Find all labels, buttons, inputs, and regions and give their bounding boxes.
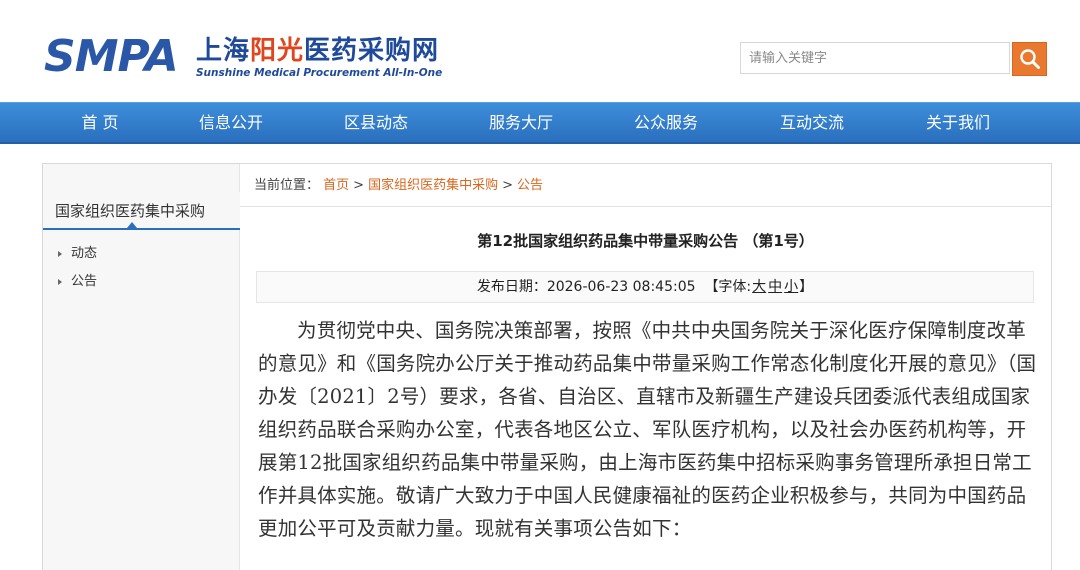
- content-area: 当前位置： 首页 > 国家组织医药集中采购 > 公告 第12批国家组织药品集中带量采购公…: [240, 164, 1051, 570]
- search-icon: [1019, 49, 1040, 69]
- sidebar-title-caret-icon: [127, 222, 137, 228]
- font-size-label-close: 】: [799, 279, 814, 295]
- sidebar-title: 国家组织医药集中采购: [43, 192, 240, 230]
- breadcrumb: 当前位置： 首页 > 国家组织医药集中采购 > 公告: [254, 176, 543, 196]
- main-container: 国家组织医药集中采购 动态 公告 当前位置： 首页 > 国家组织医药集中采购 > 公告 …: [42, 163, 1052, 570]
- site-header: SMPA 上海阳光医药采购网 Sunshine Medical Procurem…: [0, 0, 1080, 102]
- nav-item-district[interactable]: 区县动态: [336, 103, 416, 143]
- logo-chinese-title: 上海阳光医药采购网: [196, 36, 439, 66]
- publish-date: 2026-06-23 08:45:05: [546, 279, 696, 295]
- search-input[interactable]: [740, 42, 1010, 74]
- nav-item-interaction[interactable]: 互动交流: [772, 103, 852, 143]
- sidebar: 国家组织医药集中采购 动态 公告: [43, 164, 240, 570]
- logo-cn-suffix: 医药采购网: [304, 36, 440, 66]
- nav-item-service-hall[interactable]: 服务大厅: [481, 103, 561, 143]
- logo-cn-sun: 阳光: [250, 36, 305, 66]
- breadcrumb-separator: >: [353, 178, 365, 193]
- breadcrumb-prefix: 当前位置：: [254, 178, 320, 193]
- sidebar-item-news[interactable]: 动态: [43, 240, 240, 268]
- breadcrumb-divider: [240, 206, 1051, 207]
- breadcrumb-link-home[interactable]: 首页: [323, 178, 349, 193]
- nav-item-home[interactable]: 首 页: [60, 103, 140, 143]
- logo-english-title: Sunshine Medical Procurement All-In-One: [196, 67, 443, 79]
- breadcrumb-link-procurement[interactable]: 国家组织医药集中采购: [368, 178, 498, 193]
- logo-smpa-text: SMPA: [44, 31, 179, 82]
- sidebar-item-label: 动态: [71, 246, 98, 261]
- font-size-small-button[interactable]: 小: [784, 279, 798, 295]
- triangle-bullet-icon: [58, 251, 62, 257]
- sidebar-list: 动态 公告: [43, 240, 240, 296]
- breadcrumb-separator: >: [502, 178, 513, 193]
- article-meta: 发布日期：2026-06-23 08:45:05 【字体:大中小】: [256, 271, 1034, 303]
- breadcrumb-link-announcement[interactable]: 公告: [517, 178, 543, 193]
- search-button[interactable]: [1012, 42, 1047, 76]
- triangle-bullet-icon: [58, 279, 62, 285]
- logo-cn-prefix: 上海: [196, 36, 251, 66]
- font-size-large-button[interactable]: 大: [752, 279, 766, 295]
- search-box: [740, 42, 1050, 76]
- main-nav: 首 页 信息公开 区县动态 服务大厅 公众服务 互动交流 关于我们: [0, 102, 1080, 144]
- font-size-medium-button[interactable]: 中: [768, 279, 782, 295]
- article-title: 第12批国家组织药品集中带量采购公告 （第1号）: [477, 232, 814, 250]
- nav-item-info[interactable]: 信息公开: [191, 103, 271, 143]
- sidebar-item-label: 公告: [71, 274, 98, 289]
- nav-item-public-service[interactable]: 公众服务: [626, 103, 706, 143]
- sidebar-item-announcement[interactable]: 公告: [43, 268, 240, 296]
- nav-item-about[interactable]: 关于我们: [918, 103, 998, 143]
- article-body: 为贯彻党中央、国务院决策部署，按照《中共中央国务院关于深化医疗保障制度改革的意见…: [258, 319, 1037, 540]
- font-size-label-open: 【字体:: [704, 279, 752, 295]
- site-logo[interactable]: SMPA 上海阳光医药采购网 Sunshine Medical Procurem…: [44, 34, 474, 84]
- date-label: 发布日期：: [476, 279, 547, 295]
